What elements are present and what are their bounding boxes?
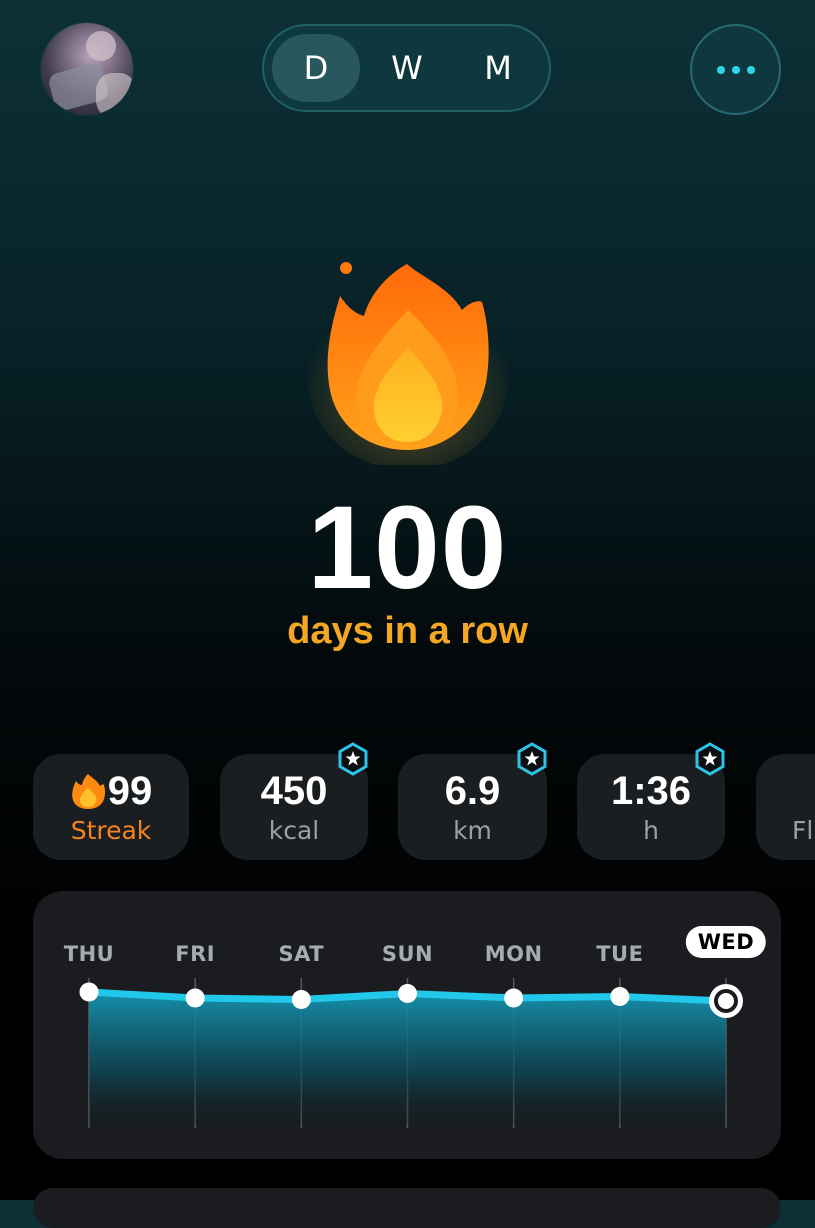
chart-area — [89, 992, 726, 1125]
next-card-peek — [33, 1188, 781, 1228]
chart-point[interactable] — [185, 988, 205, 1008]
chart-point[interactable] — [291, 990, 311, 1009]
chart-point[interactable] — [398, 984, 417, 1003]
chart-point[interactable] — [79, 982, 99, 1002]
chart-point[interactable] — [504, 988, 524, 1008]
weekly-streak-chart[interactable] — [0, 0, 815, 1200]
chart-point[interactable] — [610, 987, 630, 1006]
chart-point-today-dot — [718, 993, 734, 1009]
